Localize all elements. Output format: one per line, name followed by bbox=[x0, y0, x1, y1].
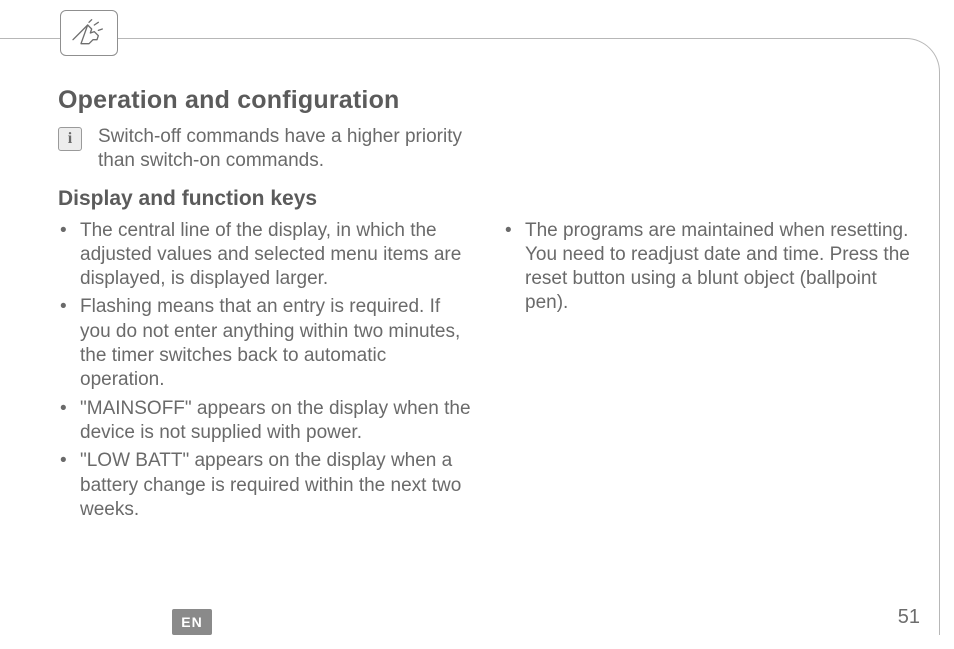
info-note-text: Switch-off commands have a higher priori… bbox=[98, 125, 488, 173]
content-area: Operation and configuration i Switch-off… bbox=[58, 86, 920, 526]
bullet-list-left: The central line of the display, in whic… bbox=[58, 219, 473, 523]
info-icon: i bbox=[58, 127, 82, 151]
manual-page: Operation and configuration i Switch-off… bbox=[0, 0, 954, 649]
two-column-body: The central line of the display, in whic… bbox=[58, 217, 920, 527]
bullet-list-right: The programs are maintained when resetti… bbox=[503, 219, 918, 316]
info-note-row: i Switch-off commands have a higher prio… bbox=[58, 125, 488, 173]
list-item: The central line of the display, in whic… bbox=[58, 219, 473, 292]
hand-press-icon bbox=[60, 10, 118, 56]
language-tab: EN bbox=[172, 609, 212, 635]
page-title: Operation and configuration bbox=[58, 86, 920, 115]
right-column: The programs are maintained when resetti… bbox=[503, 217, 918, 527]
list-item: "LOW BATT" appears on the display when a… bbox=[58, 449, 473, 522]
section-heading: Display and function keys bbox=[58, 187, 920, 211]
page-number: 51 bbox=[898, 606, 920, 629]
list-item: "MAINSOFF" appears on the display when t… bbox=[58, 397, 473, 446]
list-item: Flashing means that an entry is required… bbox=[58, 295, 473, 392]
list-item: The programs are maintained when resetti… bbox=[503, 219, 918, 316]
frame-rule-left bbox=[0, 38, 60, 39]
left-column: The central line of the display, in whic… bbox=[58, 217, 473, 527]
